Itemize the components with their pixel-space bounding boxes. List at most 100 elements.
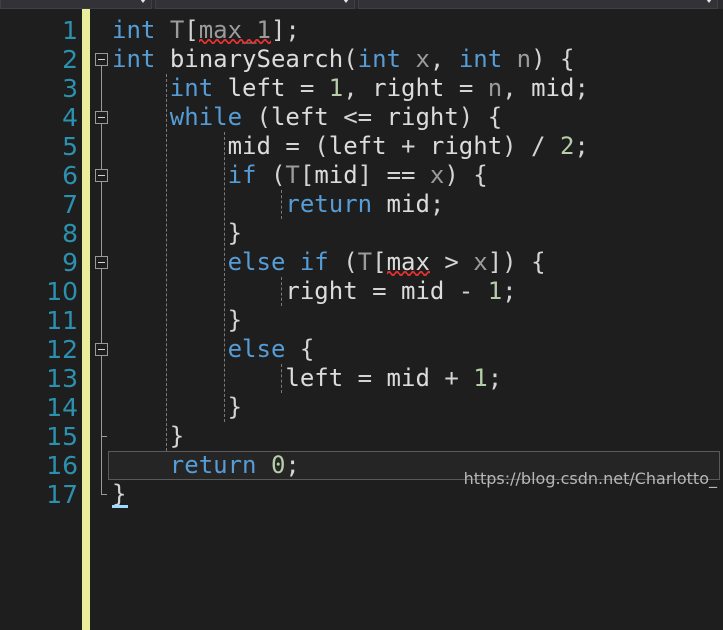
code-token: ;	[574, 74, 589, 102]
code-line[interactable]: mid = (left + right) / 2;	[228, 132, 589, 161]
code-token: else	[227, 335, 286, 363]
code-token: while	[169, 103, 243, 131]
code-token: x	[473, 248, 488, 276]
code-line[interactable]: return 0;	[170, 451, 300, 480]
code-token: }	[112, 480, 127, 508]
indent-guide	[223, 132, 225, 422]
code-line[interactable]: int binarySearch(int x, int n) {	[112, 45, 574, 74]
code-line[interactable]: if (T[mid] == x) {	[228, 161, 488, 190]
code-token: [	[184, 16, 199, 44]
code-token: int	[169, 74, 214, 102]
code-token: }	[169, 422, 185, 450]
code-token: else	[227, 248, 286, 276]
code-token: T	[285, 161, 300, 189]
code-token: ] ==	[357, 161, 430, 189]
code-token: ;	[429, 190, 445, 218]
code-token: mid	[227, 132, 271, 160]
code-token: left	[270, 103, 329, 131]
code-token: <=	[328, 103, 387, 131]
code-token: }	[227, 219, 243, 247]
code-token: [	[372, 248, 387, 276]
indent-guide	[281, 364, 283, 393]
code-token: 1	[473, 364, 488, 392]
text-caret	[112, 505, 128, 508]
code-token: +	[386, 132, 430, 160]
code-token: =	[343, 364, 387, 392]
code-token: (	[256, 161, 286, 189]
code-token: ,	[343, 74, 373, 102]
code-token: ;	[487, 364, 503, 392]
error-squiggle	[198, 39, 271, 44]
type-dropdown[interactable]	[155, 0, 355, 9]
code-token: T	[169, 16, 185, 44]
code-token: return	[285, 190, 373, 218]
code-token: =	[357, 277, 401, 305]
code-text-area[interactable]: int T[max_1]; int binarySearch(int x, int…	[0, 9, 723, 630]
code-line[interactable]: while (left <= right) {	[170, 103, 502, 132]
code-token: [	[299, 161, 315, 189]
code-token: left	[227, 74, 286, 102]
code-token: 0	[270, 451, 286, 479]
code-token: (	[242, 103, 271, 131]
code-token: ]) {	[487, 248, 546, 276]
code-token: =	[444, 74, 488, 102]
code-token: 2	[559, 132, 575, 160]
code-token: ;	[574, 132, 589, 160]
code-token: right	[386, 103, 459, 131]
chevron-down-icon	[140, 0, 146, 3]
indent-guide	[281, 277, 283, 306]
code-token: ) {	[458, 103, 503, 131]
code-line[interactable]: }	[228, 219, 242, 248]
indent-guide	[165, 74, 167, 451]
code-line[interactable]: else {	[228, 335, 315, 364]
code-token: n	[516, 45, 532, 73]
code-token: ) {	[444, 161, 488, 189]
code-line[interactable]: }	[228, 393, 242, 422]
chevron-down-icon	[343, 0, 349, 3]
code-token: right	[372, 74, 445, 102]
member-dropdown[interactable]	[358, 0, 718, 9]
code-token: binarySearch	[169, 45, 344, 73]
code-token: int	[112, 45, 156, 73]
code-token: int	[458, 45, 503, 73]
code-token: int	[357, 45, 402, 73]
code-line[interactable]: left = mid + 1;	[285, 364, 502, 393]
code-token: ;	[502, 277, 517, 305]
code-token: >	[429, 248, 474, 276]
error-squiggle	[386, 271, 430, 276]
code-editor[interactable]: 1 2 3 4 5 6 7 8 9 10 11 12 13 14 15 16 17 int T[max_1]; i…	[0, 9, 723, 630]
code-token: return	[169, 451, 257, 479]
code-token: left	[285, 364, 344, 392]
code-token: 1	[328, 74, 344, 102]
code-token: ) /	[502, 132, 560, 160]
code-token: mid	[314, 161, 358, 189]
code-token: }	[227, 393, 243, 421]
code-token: left	[328, 132, 387, 160]
code-token: ]	[270, 16, 286, 44]
code-token: ,	[502, 74, 532, 102]
code-line[interactable]: int left = 1, right = n, mid;	[170, 74, 589, 103]
code-token: mid	[401, 277, 445, 305]
code-token: 1	[487, 277, 503, 305]
code-token: mid	[531, 74, 575, 102]
project-dropdown[interactable]	[0, 0, 152, 9]
code-token: ;	[285, 451, 300, 479]
code-token: mid	[386, 190, 430, 218]
code-token: int	[112, 16, 156, 44]
code-line[interactable]: return mid;	[285, 190, 444, 219]
code-token: ,	[429, 45, 459, 73]
code-line[interactable]: right = mid - 1;	[285, 277, 516, 306]
code-line[interactable]: }	[170, 422, 184, 451]
code-token: =	[285, 74, 329, 102]
navigation-bar	[0, 0, 723, 9]
code-token: if	[299, 248, 329, 276]
indent-guide	[281, 190, 283, 219]
code-line[interactable]: }	[228, 306, 242, 335]
code-token: T	[357, 248, 373, 276]
code-token: +	[429, 364, 474, 392]
